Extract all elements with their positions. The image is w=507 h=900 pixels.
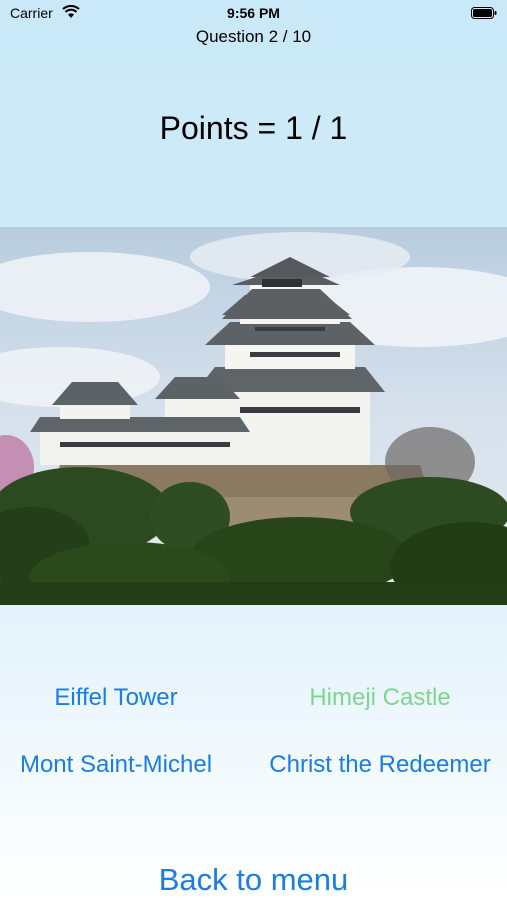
answer-button-mont-saint-michel[interactable]: Mont Saint-Michel	[0, 751, 241, 779]
status-bar: Carrier 9:56 PM	[0, 0, 507, 26]
back-to-menu-button[interactable]: Back to menu	[0, 862, 507, 898]
answer-button-christ-the-redeemer[interactable]: Christ the Redeemer	[255, 751, 505, 779]
points-score: Points = 1 / 1	[159, 110, 348, 146]
battery-icon	[471, 6, 497, 19]
answer-button-himeji-castle[interactable]: Himeji Castle	[255, 684, 505, 712]
castle-photo	[0, 227, 507, 605]
clock: 9:56 PM	[227, 5, 280, 21]
question-counter: Question 2 / 10	[195, 27, 312, 46]
answer-button-eiffel-tower[interactable]: Eiffel Tower	[0, 684, 241, 712]
